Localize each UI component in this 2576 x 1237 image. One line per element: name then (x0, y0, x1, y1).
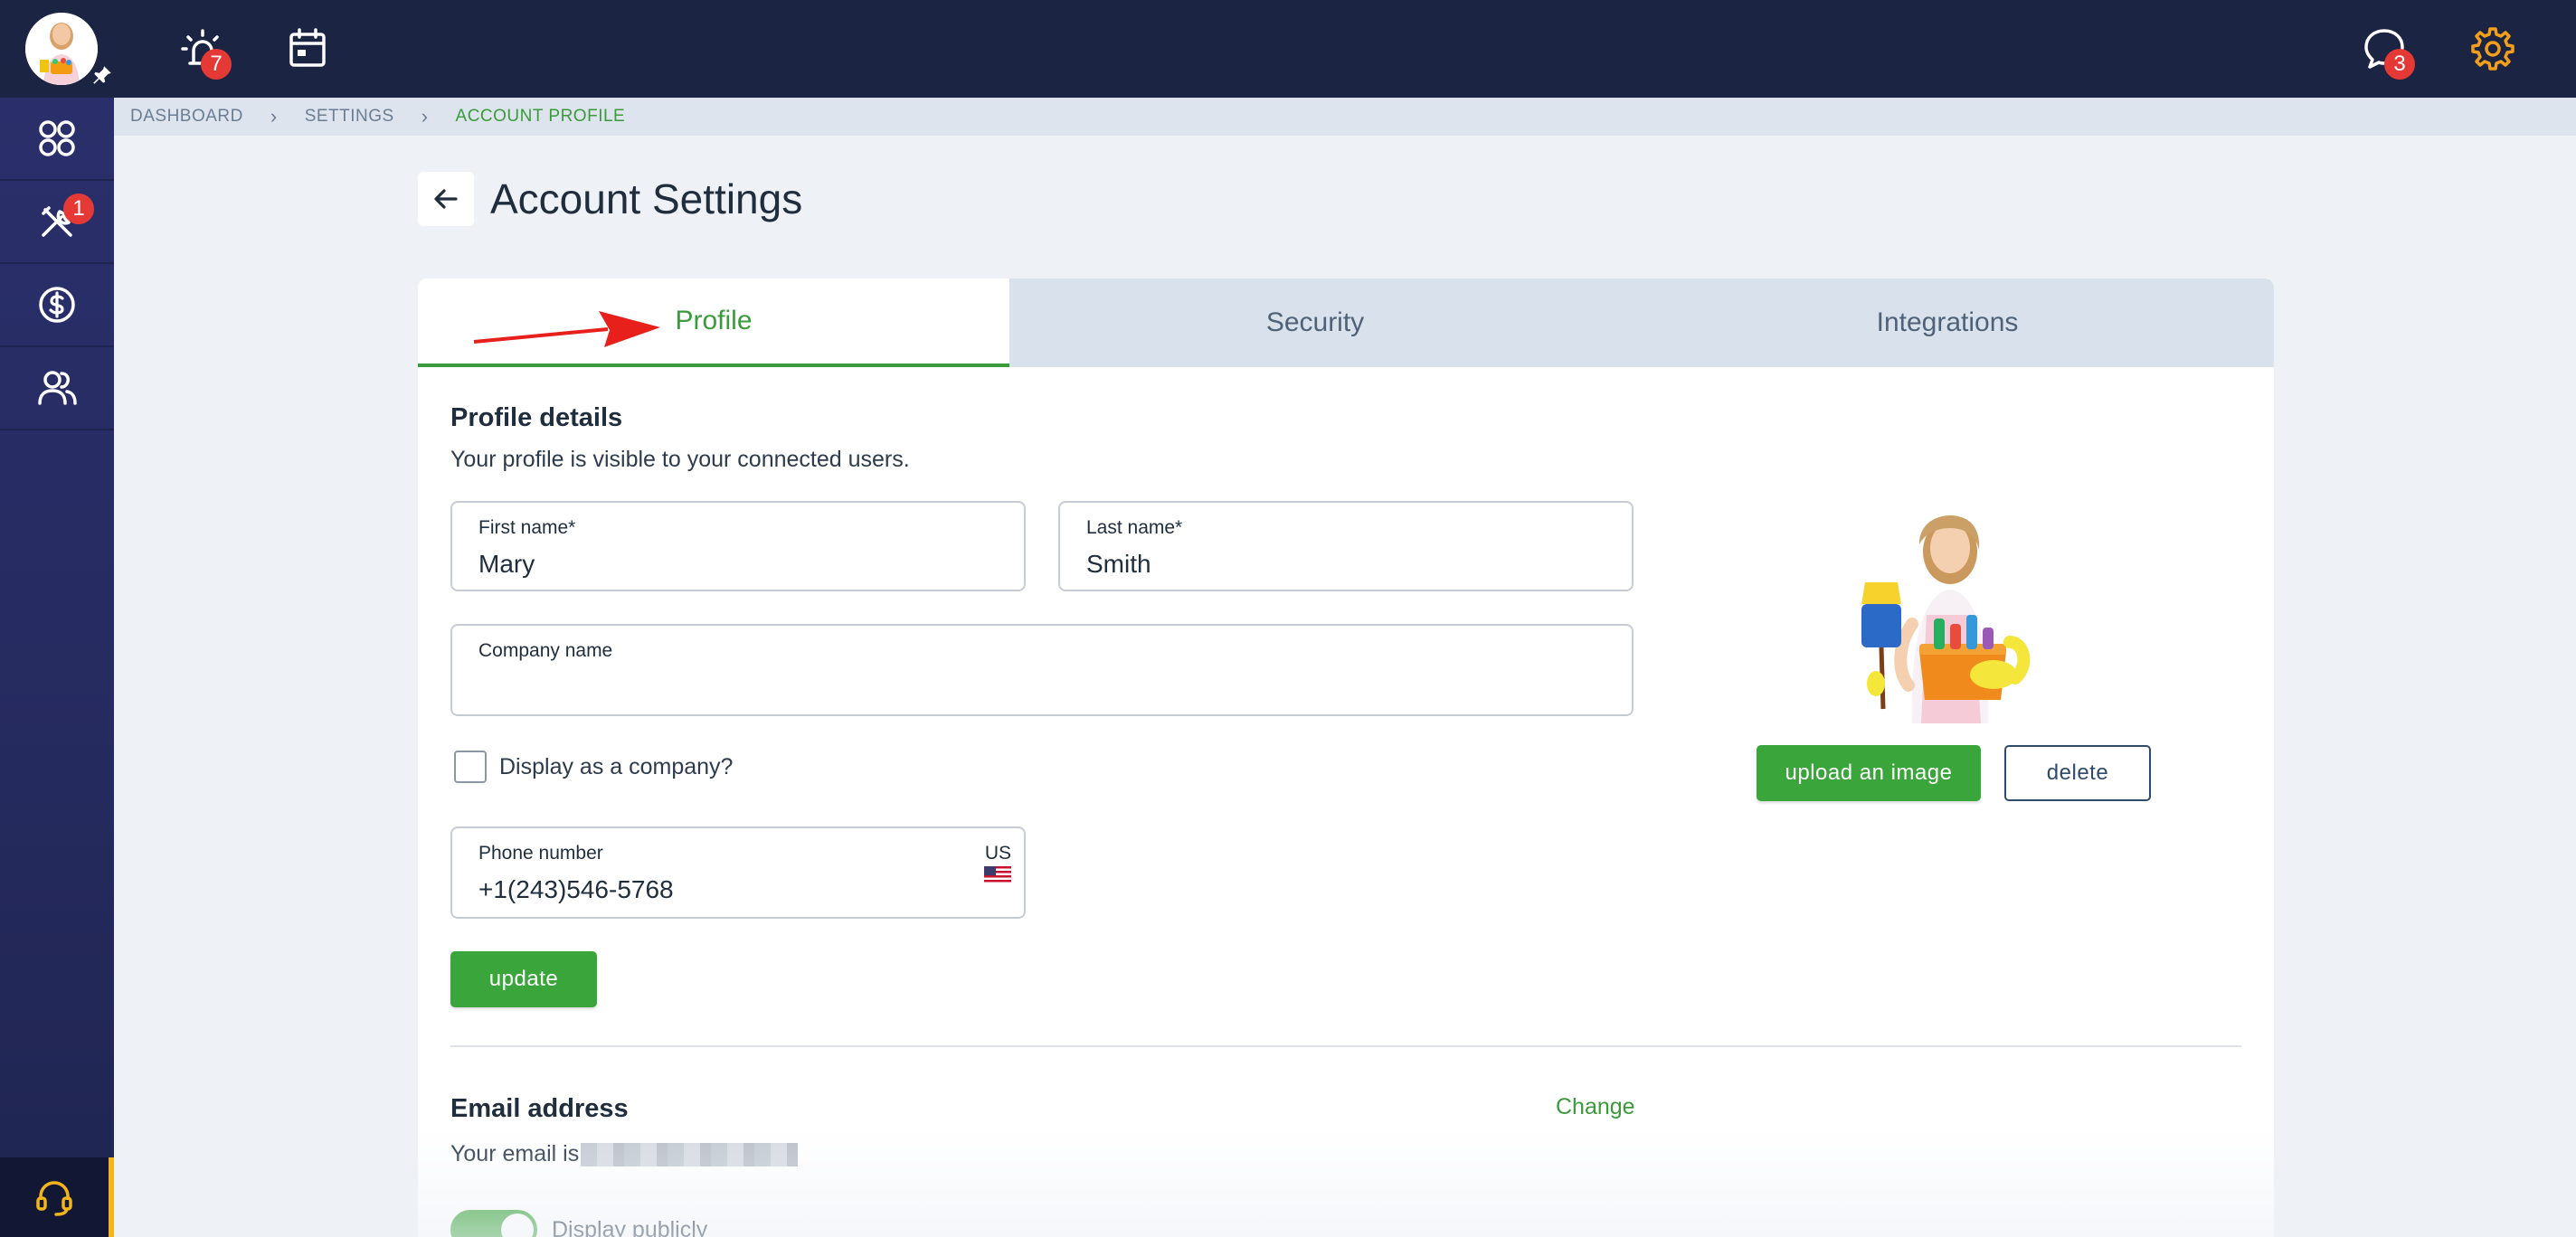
phone-number-value: +1(243)546-5768 (478, 875, 674, 903)
last-name-field[interactable]: Last name* Smith (1058, 501, 1634, 591)
profile-section-title: Profile details (450, 403, 623, 432)
calendar-button[interactable] (282, 24, 333, 74)
phone-country-code[interactable]: US (985, 843, 1011, 864)
messages-badge: 3 (2384, 49, 2415, 80)
company-name-label: Company name (478, 640, 613, 661)
support-button[interactable] (0, 1157, 114, 1237)
display-as-company-checkbox[interactable] (454, 751, 487, 783)
dollar-icon (39, 287, 75, 323)
phone-number-label: Phone number (478, 843, 603, 864)
phone-number-field[interactable]: Phone number +1(243)546-5768 US (450, 826, 1026, 919)
top-bar: 7 3 (0, 0, 2576, 98)
us-flag-icon (984, 866, 1011, 884)
first-name-label: First name* (478, 517, 576, 538)
avatar-image (25, 13, 98, 85)
headset-icon (36, 1181, 72, 1216)
company-name-field[interactable]: Company name (450, 624, 1634, 716)
last-name-label: Last name* (1086, 517, 1183, 538)
update-button[interactable]: update (450, 951, 597, 1007)
upload-image-button[interactable]: upload an image (1757, 745, 1981, 801)
page-title: Account Settings (490, 175, 803, 222)
arrow-left-icon (434, 189, 458, 209)
display-publicly-label: Display publicly (552, 1217, 708, 1237)
delete-image-button[interactable]: delete (2004, 745, 2151, 801)
calendar-icon (289, 28, 326, 67)
chevron-right-icon: › (421, 105, 429, 127)
sidebar-item-tools[interactable]: 1 (0, 181, 114, 264)
breadcrumb-dashboard[interactable]: DASHBOARD (130, 107, 243, 127)
user-avatar[interactable] (25, 13, 98, 85)
display-as-company-label: Display as a company? (499, 754, 734, 779)
breadcrumb-account-profile: ACCOUNT PROFILE (455, 107, 626, 126)
section-divider (450, 1045, 2241, 1047)
settings-tabs: Profile Security Integrations (418, 279, 2274, 367)
tab-integrations[interactable]: Integrations (1621, 279, 2274, 367)
dashboard-grid-icon (39, 120, 75, 156)
display-publicly-toggle[interactable] (450, 1210, 537, 1237)
settings-card: Profile Security Integrations Profile de… (418, 279, 2274, 1237)
last-name-value: Smith (1086, 550, 1151, 578)
email-prefix: Your email is (450, 1141, 580, 1166)
email-section-title: Email address (450, 1094, 629, 1123)
back-button[interactable] (418, 172, 474, 226)
tools-badge: 1 (63, 194, 94, 224)
chevron-right-icon: › (270, 105, 278, 127)
settings-button[interactable] (2467, 24, 2518, 74)
breadcrumb: DASHBOARD › SETTINGS › ACCOUNT PROFILE (114, 98, 2576, 136)
toggle-knob (501, 1213, 534, 1237)
sidebar-item-finance[interactable] (0, 264, 114, 347)
first-name-field[interactable]: First name* Mary (450, 501, 1026, 591)
users-icon (38, 371, 77, 405)
breadcrumb-settings[interactable]: SETTINGS (305, 107, 394, 127)
pin-icon (93, 66, 111, 84)
sidebar: 1 (0, 98, 114, 1237)
first-name-value: Mary (478, 550, 535, 578)
notifications-badge: 7 (201, 49, 232, 80)
red-arrow-annotation (473, 311, 660, 347)
messages-button[interactable]: 3 (2359, 24, 2415, 80)
alarm-button[interactable]: 7 (177, 24, 232, 80)
sidebar-item-dashboard[interactable] (0, 98, 114, 181)
profile-section-subtitle: Your profile is visible to your connecte… (450, 447, 910, 472)
change-email-link[interactable]: Change (1556, 1094, 1635, 1120)
gear-icon (2471, 27, 2514, 71)
profile-photo[interactable] (1856, 506, 2037, 723)
sidebar-item-users[interactable] (0, 347, 114, 430)
email-redacted (581, 1143, 798, 1166)
tab-security[interactable]: Security (1009, 279, 1621, 367)
